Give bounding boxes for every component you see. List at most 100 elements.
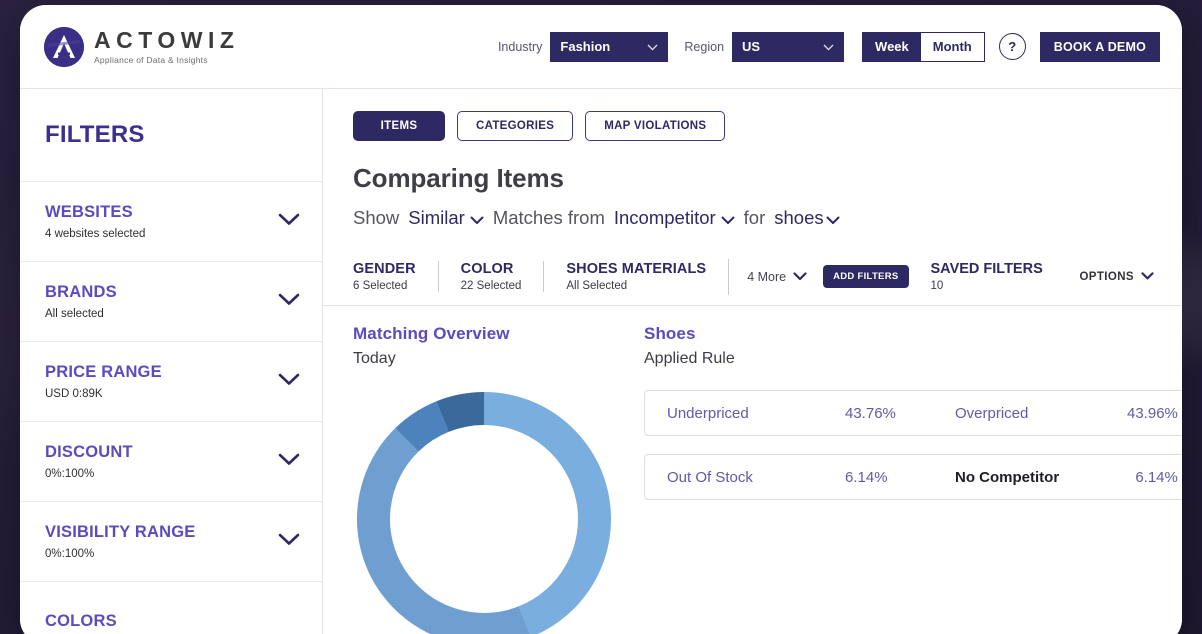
chevron-down-icon: [647, 39, 658, 54]
filter-chip-color[interactable]: COLOR 22 Selected: [438, 261, 544, 292]
add-filters-button[interactable]: ADD FILTERS: [823, 265, 908, 288]
brand-logo[interactable]: ACTOWIZ Appliance of Data & Insights: [44, 27, 239, 67]
no-competitor-label: No Competitor: [955, 469, 1127, 486]
industry-label: Industry: [498, 40, 542, 54]
matching-overview-title: Matching Overview: [353, 324, 638, 344]
app-card: ACTOWIZ Appliance of Data & Insights Ind…: [20, 5, 1182, 634]
sidebar-item-label: VISIBILITY RANGE: [45, 523, 196, 542]
options-dropdown[interactable]: OPTIONS: [1079, 271, 1154, 283]
donut-segment[interactable]: [484, 409, 594, 622]
applied-rule-subtitle: Applied Rule: [644, 350, 1182, 368]
tab-items[interactable]: ITEMS: [353, 111, 445, 141]
out-of-stock-label: Out Of Stock: [667, 469, 845, 486]
sidebar-item-brands[interactable]: BRANDS All selected: [20, 262, 322, 342]
similarity-dropdown[interactable]: Similar: [408, 206, 484, 230]
sidebar-item-visibility-range[interactable]: VISIBILITY RANGE 0%:100%: [20, 502, 322, 582]
rule-row-availability[interactable]: Out Of Stock 6.14% No Competitor 6.14%: [644, 454, 1182, 500]
chevron-down-icon: [721, 208, 735, 230]
saved-filters-count: 10: [931, 280, 1043, 292]
filter-chip-sublabel: 22 Selected: [461, 280, 522, 292]
underpriced-value: 43.76%: [845, 405, 955, 422]
sidebar-item-price-range[interactable]: PRICE RANGE USD 0:89K: [20, 342, 322, 422]
query-builder-row: Show Similar Matches from Incompetitor: [353, 206, 1154, 230]
header-controls: Industry Fashion Region US Week Month: [498, 32, 1160, 62]
matches-from-label: Matches from: [493, 207, 605, 229]
no-competitor-value: 6.14%: [1127, 469, 1178, 486]
sidebar-item-label: DISCOUNT: [45, 443, 133, 462]
saved-filters[interactable]: SAVED FILTERS 10: [931, 261, 1043, 292]
period-week-button[interactable]: Week: [863, 33, 921, 61]
filter-chip-shoes-materials[interactable]: SHOES MATERIALS All Selected: [543, 261, 728, 292]
brand-text: ACTOWIZ Appliance of Data & Insights: [94, 29, 239, 65]
sidebar-item-sublabel: 0%:100%: [45, 468, 133, 480]
chevron-down-icon: [470, 208, 484, 230]
sidebar-item-discount[interactable]: DISCOUNT 0%:100%: [20, 422, 322, 502]
filters-sidebar: FILTERS WEBSITES 4 websites selected BRA…: [20, 89, 323, 634]
sidebar-item-sublabel: USD 0:89K: [45, 388, 162, 400]
sidebar-item-colors[interactable]: COLORS: [20, 582, 322, 634]
subject-dropdown[interactable]: shoes: [774, 206, 839, 230]
sidebar-item-websites[interactable]: WEBSITES 4 websites selected: [20, 182, 322, 262]
chevron-down-icon[interactable]: [278, 213, 300, 231]
region-select[interactable]: US: [732, 32, 844, 62]
period-month-button[interactable]: Month: [921, 33, 984, 61]
region-label: Region: [684, 40, 724, 54]
sidebar-item-label: BRANDS: [45, 283, 117, 302]
sidebar-item-sublabel: All selected: [45, 308, 117, 320]
tab-categories[interactable]: CATEGORIES: [457, 111, 573, 141]
active-filters-row: GENDER 6 Selected COLOR 22 Selected SHOE…: [323, 248, 1182, 306]
filters-title: FILTERS: [45, 121, 145, 149]
tab-map-violations[interactable]: MAP VIOLATIONS: [585, 111, 725, 141]
app-header: ACTOWIZ Appliance of Data & Insights Ind…: [20, 5, 1182, 89]
sidebar-item-label: COLORS: [45, 612, 117, 631]
chevron-down-icon[interactable]: [278, 293, 300, 311]
chevron-down-icon[interactable]: [278, 373, 300, 391]
main-top: ITEMS CATEGORIES MAP VIOLATIONS Comparin…: [323, 89, 1182, 230]
donut-segment[interactable]: [374, 440, 525, 630]
donut-segment[interactable]: [442, 409, 484, 417]
page-title: Comparing Items: [353, 163, 1154, 194]
show-label: Show: [353, 207, 399, 229]
sidebar-item-sublabel: 4 websites selected: [45, 228, 145, 240]
saved-filters-label: SAVED FILTERS: [931, 261, 1043, 277]
filter-chip-label: COLOR: [461, 261, 522, 277]
matching-overview-donut-chart[interactable]: [353, 388, 615, 634]
region-select-value: US: [742, 39, 760, 54]
industry-select-value: Fashion: [560, 39, 610, 54]
actowiz-a-logo-icon: [44, 27, 84, 67]
industry-select[interactable]: Fashion: [550, 32, 668, 62]
book-a-demo-button[interactable]: BOOK A DEMO: [1040, 32, 1160, 62]
filter-chip-gender[interactable]: GENDER 6 Selected: [353, 261, 438, 292]
chevron-down-icon: [793, 270, 807, 284]
applied-rule-panel: Shoes Applied Rule Underpriced 43.76% Ov…: [638, 324, 1182, 634]
source-dropdown[interactable]: Incompetitor: [614, 206, 735, 230]
filters-header: FILTERS: [20, 89, 322, 182]
filter-chip-sublabel: 6 Selected: [353, 280, 416, 292]
donut-segment[interactable]: [407, 417, 442, 440]
donut-chart-svg: [353, 388, 615, 634]
filter-chip-label: SHOES MATERIALS: [566, 261, 706, 277]
brand-name: ACTOWIZ: [94, 29, 239, 52]
chevron-down-icon: [1141, 271, 1154, 283]
body: FILTERS WEBSITES 4 websites selected BRA…: [20, 89, 1182, 634]
for-label: for: [744, 207, 766, 229]
chevron-down-icon[interactable]: [278, 453, 300, 471]
brand-tagline: Appliance of Data & Insights: [94, 56, 239, 65]
options-label: OPTIONS: [1079, 271, 1134, 283]
rule-row-pricing[interactable]: Underpriced 43.76% Overpriced 43.96%: [644, 390, 1182, 436]
main-panel: ITEMS CATEGORIES MAP VIOLATIONS Comparin…: [323, 89, 1182, 634]
help-button[interactable]: ?: [999, 33, 1026, 60]
filter-chip-sublabel: All Selected: [566, 280, 706, 292]
filter-chip-label: GENDER: [353, 261, 416, 277]
sidebar-item-label: PRICE RANGE: [45, 363, 162, 382]
matching-overview-panel: Matching Overview Today: [353, 324, 638, 634]
chevron-down-icon[interactable]: [278, 533, 300, 551]
applied-rule-title: Shoes: [644, 324, 1182, 344]
chevron-down-icon: [823, 39, 834, 54]
chevron-down-icon: [826, 208, 840, 230]
sidebar-item-label: WEBSITES: [45, 203, 145, 222]
overpriced-value: 43.96%: [1127, 405, 1178, 422]
more-filters-dropdown[interactable]: 4 More: [747, 270, 807, 284]
similarity-dropdown-value: Similar: [408, 207, 465, 229]
divider: [728, 259, 729, 295]
